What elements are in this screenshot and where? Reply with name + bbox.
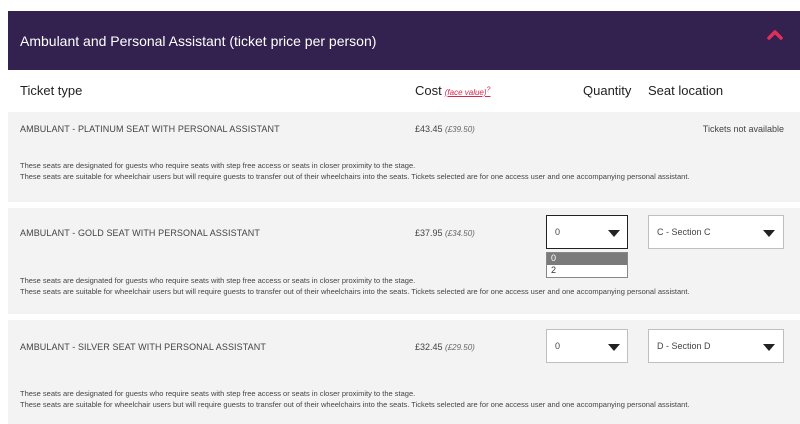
quantity-value: 0 <box>555 341 561 351</box>
ticket-price: £32.45 (£29.50) <box>415 342 475 352</box>
caret-down-icon <box>763 230 775 237</box>
description-line-2: These seats are suitable for wheelchair … <box>20 287 690 296</box>
quantity-option[interactable]: 0 <box>547 253 627 265</box>
ticket-price: £37.95 (£34.50) <box>415 228 475 238</box>
collapse-button[interactable] <box>760 23 790 47</box>
quantity-option[interactable]: 2 <box>547 265 627 277</box>
description-line-1: These seats are designated for guests wh… <box>20 389 416 398</box>
seat-value: C - Section C <box>657 227 711 237</box>
face-value: (£29.50) <box>445 343 475 352</box>
availability-status: Tickets not available <box>702 124 784 134</box>
price-value: £32.45 <box>415 342 443 352</box>
column-header-cost: Cost (face value)? <box>415 83 490 98</box>
price-value: £43.45 <box>415 124 443 134</box>
face-value: (£39.50) <box>445 125 475 134</box>
seat-select-gold[interactable]: C - Section C <box>648 215 784 249</box>
column-header-seat-location: Seat location <box>648 83 724 98</box>
column-header-ticket-type: Ticket type <box>20 83 83 98</box>
ticket-description: These seats are designated for guests wh… <box>20 275 690 297</box>
quantity-dropdown-list: 0 2 <box>546 252 628 278</box>
quantity-select-silver[interactable]: 0 <box>546 329 628 363</box>
face-value: (£34.50) <box>445 229 475 238</box>
ticket-row-platinum: AMBULANT - PLATINUM SEAT WITH PERSONAL A… <box>8 112 800 202</box>
quantity-value: 0 <box>555 227 561 237</box>
description-line-1: These seats are designated for guests wh… <box>20 161 416 170</box>
seat-value: D - Section D <box>657 341 711 351</box>
face-value-help: ? <box>486 86 491 94</box>
ticket-name: AMBULANT - GOLD SEAT WITH PERSONAL ASSIS… <box>20 228 260 238</box>
price-value: £37.95 <box>415 228 443 238</box>
description-line-2: These seats are suitable for wheelchair … <box>20 172 690 181</box>
ticket-name: AMBULANT - PLATINUM SEAT WITH PERSONAL A… <box>20 124 280 134</box>
cost-label: Cost <box>415 83 442 98</box>
chevron-up-icon <box>767 30 783 40</box>
section-header[interactable]: Ambulant and Personal Assistant (ticket … <box>8 11 800 70</box>
quantity-select-gold[interactable]: 0 <box>546 215 628 249</box>
face-value-text: (face value) <box>444 88 487 97</box>
ticket-price: £43.45 (£39.50) <box>415 124 475 134</box>
section-title: Ambulant and Personal Assistant (ticket … <box>20 33 377 49</box>
ticket-name: AMBULANT - SILVER SEAT WITH PERSONAL ASS… <box>20 342 266 352</box>
caret-down-icon <box>763 344 775 351</box>
ticket-description: These seats are designated for guests wh… <box>20 160 690 182</box>
caret-down-icon <box>608 230 620 237</box>
seat-select-silver[interactable]: D - Section D <box>648 329 784 363</box>
description-line-2: These seats are suitable for wheelchair … <box>20 400 690 409</box>
caret-down-icon <box>608 344 620 351</box>
ticket-description: These seats are designated for guests wh… <box>20 388 690 410</box>
column-header-quantity: Quantity <box>583 83 632 98</box>
face-value-link[interactable]: (face value)? <box>444 86 491 97</box>
